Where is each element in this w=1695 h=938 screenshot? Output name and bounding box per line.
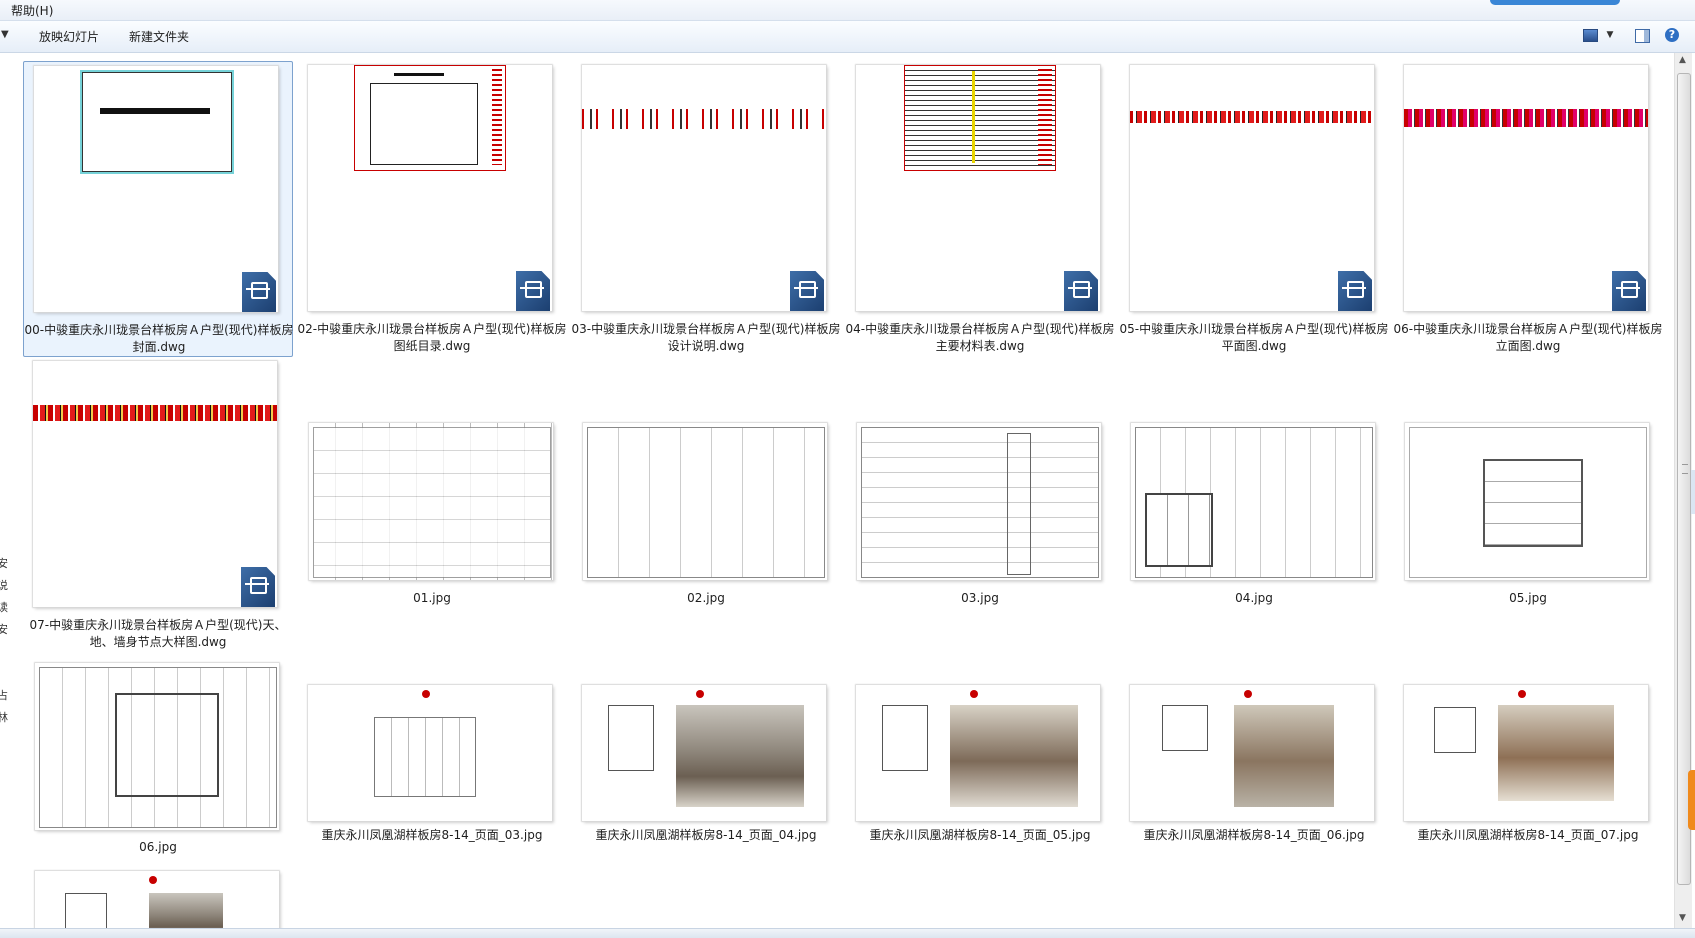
- file-name: 06.jpg: [139, 840, 177, 854]
- nav-pane-text: 安: [0, 557, 8, 570]
- file-item[interactable]: 02-中骏重庆永川珑景台样板房Ａ户型(现代)样板房图纸目录.dwg: [297, 61, 567, 355]
- file-thumbnail: [1130, 685, 1374, 821]
- command-bar: ▼ 放映幻灯片 新建文件夹 ▼ ?: [0, 21, 1695, 53]
- file-item[interactable]: 重庆永川凤凰湖样板房8-14_页面_05.jpg: [845, 653, 1113, 873]
- preview-pane-icon[interactable]: [1632, 27, 1652, 45]
- new-folder-button[interactable]: 新建文件夹: [129, 28, 189, 45]
- file-name: 07-中骏重庆永川珑景台样板房Ａ户型(现代)天、地、墙身节点大样图.dwg: [29, 618, 287, 649]
- navigation-pane-edge: 安 说 读 安 占 林: [0, 53, 8, 928]
- nav-pane-text: 读: [0, 601, 8, 614]
- file-item[interactable]: 02.jpg: [571, 357, 839, 651]
- file-thumbnail: [308, 65, 552, 311]
- chevron-down-icon[interactable]: ▼: [1, 29, 9, 40]
- file-thumbnail: [856, 685, 1100, 821]
- expand-pane-handle[interactable]: [1691, 470, 1695, 514]
- file-name: 06-中骏重庆永川珑景台样板房Ａ户型(现代)样板房立面图.dwg: [1393, 322, 1663, 353]
- file-item[interactable]: 00-中骏重庆永川珑景台样板房Ａ户型(现代)样板房封面.dwg: [23, 61, 293, 357]
- file-item[interactable]: 重庆永川凤凰湖样板房8-14_页面_04.jpg: [571, 653, 839, 873]
- views-icon[interactable]: [1580, 27, 1600, 45]
- file-thumbnail: [1130, 65, 1374, 311]
- file-name: 04-中骏重庆永川珑景台样板房Ａ户型(现代)样板房主要材料表.dwg: [845, 322, 1115, 353]
- file-name: 03-中骏重庆永川珑景台样板房Ａ户型(现代)样板房设计说明.dwg: [571, 322, 841, 353]
- file-item[interactable]: [23, 867, 291, 928]
- search-box-edge[interactable]: [1490, 0, 1620, 5]
- dwg-file-icon: [242, 272, 276, 312]
- dwg-file-icon: [1064, 271, 1098, 311]
- file-thumbnail: [857, 423, 1101, 580]
- file-thumbnail: [583, 423, 827, 580]
- file-item[interactable]: 重庆永川凤凰湖样板房8-14_页面_06.jpg: [1119, 653, 1387, 873]
- dwg-file-icon: [1612, 271, 1646, 311]
- file-thumbnail: [1404, 65, 1648, 311]
- views-dropdown-icon[interactable]: ▼: [1600, 30, 1620, 48]
- file-name: 01.jpg: [413, 591, 451, 605]
- help-icon[interactable]: ?: [1662, 27, 1682, 45]
- file-name: 05.jpg: [1509, 591, 1547, 605]
- file-item[interactable]: 03.jpg: [845, 357, 1113, 651]
- menu-help[interactable]: 帮助(H): [11, 2, 53, 19]
- file-list: 00-中骏重庆永川珑景台样板房Ａ户型(现代)样板房封面.dwg 02-中骏重庆永…: [9, 53, 1672, 928]
- file-item[interactable]: 03-中骏重庆永川珑景台样板房Ａ户型(现代)样板房设计说明.dwg: [571, 61, 841, 355]
- file-name: 05-中骏重庆永川珑景台样板房Ａ户型(现代)样板房平面图.dwg: [1119, 322, 1389, 353]
- file-item[interactable]: 重庆永川凤凰湖样板房8-14_页面_07.jpg: [1393, 653, 1661, 873]
- file-item[interactable]: 06-中骏重庆永川珑景台样板房Ａ户型(现代)样板房立面图.dwg: [1393, 61, 1663, 355]
- file-item[interactable]: 重庆永川凤凰湖样板房8-14_页面_03.jpg: [297, 653, 565, 873]
- file-thumbnail: [309, 423, 553, 580]
- nav-pane-text: 林: [0, 711, 8, 724]
- slideshow-button[interactable]: 放映幻灯片: [39, 28, 99, 45]
- file-item[interactable]: 06.jpg: [23, 653, 291, 873]
- dwg-file-icon: [516, 271, 550, 311]
- file-thumbnail: [34, 66, 278, 312]
- nav-pane-text: 安: [0, 623, 8, 636]
- file-thumbnail: [1405, 423, 1649, 580]
- file-item[interactable]: 01.jpg: [297, 357, 565, 651]
- menu-bar: 帮助(H): [0, 0, 1695, 21]
- file-item[interactable]: 04-中骏重庆永川珑景台样板房Ａ户型(现代)样板房主要材料表.dwg: [845, 61, 1115, 355]
- dwg-file-icon: [1338, 271, 1372, 311]
- file-item[interactable]: 04.jpg: [1119, 357, 1387, 651]
- file-name: 重庆永川凤凰湖样板房8-14_页面_06.jpg: [1143, 828, 1365, 842]
- file-thumbnail: [582, 685, 826, 821]
- file-name: 重庆永川凤凰湖样板房8-14_页面_04.jpg: [595, 828, 817, 842]
- file-thumbnail: [1404, 685, 1648, 821]
- file-name: 重庆永川凤凰湖样板房8-14_页面_07.jpg: [1417, 828, 1639, 842]
- file-thumbnail: [35, 871, 279, 928]
- file-item[interactable]: 07-中骏重庆永川珑景台样板房Ａ户型(现代)天、地、墙身节点大样图.dwg: [23, 357, 291, 651]
- file-thumbnail: [35, 663, 279, 830]
- dwg-file-icon: [790, 271, 824, 311]
- file-name: 重庆永川凤凰湖样板房8-14_页面_05.jpg: [869, 828, 1091, 842]
- file-thumbnail: [308, 685, 552, 821]
- file-thumbnail: [33, 361, 277, 607]
- file-thumbnail: [1131, 423, 1375, 580]
- file-name: 04.jpg: [1235, 591, 1273, 605]
- file-item[interactable]: 05.jpg: [1393, 357, 1661, 651]
- file-name: 02.jpg: [687, 591, 725, 605]
- nav-pane-text: 说: [0, 579, 8, 592]
- file-name: 02-中骏重庆永川珑景台样板房Ａ户型(现代)样板房图纸目录.dwg: [297, 322, 567, 353]
- nav-pane-text: 占: [0, 689, 8, 702]
- dwg-file-icon: [241, 567, 275, 607]
- file-thumbnail: [856, 65, 1100, 311]
- file-name: 03.jpg: [961, 591, 999, 605]
- file-thumbnail: [582, 65, 826, 311]
- file-item[interactable]: 05-中骏重庆永川珑景台样板房Ａ户型(现代)样板房平面图.dwg: [1119, 61, 1389, 355]
- file-name: 重庆永川凤凰湖样板房8-14_页面_03.jpg: [321, 828, 543, 842]
- scroll-down-icon[interactable]: ▼: [1679, 913, 1686, 923]
- scrollbar-thumb[interactable]: [1677, 73, 1691, 885]
- file-name: 00-中骏重庆永川珑景台样板房Ａ户型(现代)样板房封面.dwg: [24, 323, 294, 354]
- side-widget-tab[interactable]: [1688, 770, 1695, 830]
- scroll-up-icon[interactable]: ▲: [1679, 55, 1686, 65]
